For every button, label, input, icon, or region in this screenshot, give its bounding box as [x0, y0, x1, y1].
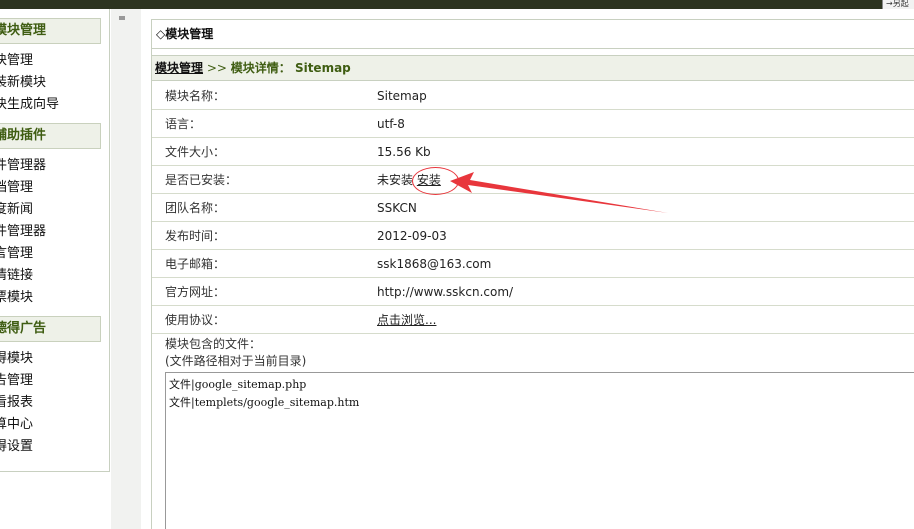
detail-value: 2012-09-03 [377, 229, 447, 243]
detail-value: 点击浏览... [377, 306, 436, 334]
main-panel: ◇模块管理 模块管理 >> 模块详情： Sitemap 模块名称： Sitema… [151, 19, 914, 529]
sidebar-menu: 模块管理 块管理 装新模块 块生成向导 辅助插件 件管理器 档管理 度新闻 件管… [0, 9, 110, 472]
install-status: 未安装 [377, 173, 414, 187]
detail-label: 文件大小： [165, 145, 226, 159]
sidebar-item-module-manage[interactable]: 块管理 [0, 52, 33, 70]
detail-row-email: 电子邮箱： ssk1868@163.com [152, 250, 914, 278]
annotation-arrow-icon [450, 172, 668, 213]
splitter-toggle-icon[interactable] [119, 16, 125, 20]
sidebar-item-vote-module[interactable]: 票模块 [0, 289, 33, 307]
detail-label: 模块名称： [165, 89, 226, 103]
detail-value: http://www.sskcn.com/ [377, 285, 514, 299]
sidebar-item-module-wizard[interactable]: 块生成向导 [0, 96, 59, 114]
sidebar-section-module[interactable]: 模块管理 [0, 18, 101, 44]
detail-value: SSKCN [377, 201, 417, 215]
detail-label: 语言： [165, 117, 202, 131]
breadcrumb: 模块管理 >> 模块详情： Sitemap [152, 55, 914, 81]
sidebar-item-settlement[interactable]: 算中心 [0, 416, 33, 434]
sidebar-item-plugin-manager[interactable]: 件管理器 [0, 157, 46, 175]
files-label-title: 模块包含的文件： [165, 337, 262, 351]
detail-row-language: 语言： utf-8 [152, 110, 914, 138]
sidebar-section-plugins[interactable]: 辅助插件 [0, 123, 101, 149]
detail-label: 使用协议： [165, 313, 226, 327]
detail-row-website: 官方网址： http://www.sskcn.com/ [152, 278, 914, 306]
sidebar-item-plugin-manager-2[interactable]: 件管理器 [0, 223, 46, 241]
breadcrumb-link-module-manage[interactable]: 模块管理 [155, 61, 203, 75]
detail-value: utf-8 [377, 117, 405, 131]
detail-row-license: 使用协议： 点击浏览... [152, 306, 914, 334]
sidebar-item-message-manage[interactable]: 言管理 [0, 245, 33, 263]
sidebar-item-ad-settings[interactable]: 得设置 [0, 438, 33, 456]
file-entry: 文件|templets/google_sitemap.htm [169, 396, 360, 409]
top-bar: →另起 [0, 0, 914, 9]
license-link[interactable]: 点击浏览... [377, 313, 436, 327]
detail-label: 官方网址： [165, 285, 226, 299]
detail-label: 是否已安装： [165, 173, 238, 187]
detail-value: Sitemap [377, 89, 427, 103]
page-title: ◇模块管理 [152, 19, 914, 49]
sidebar-item-friend-links[interactable]: 情链接 [0, 267, 33, 285]
breadcrumb-separator: >> [203, 61, 231, 75]
detail-label: 团队名称： [165, 201, 226, 215]
detail-value: ssk1868@163.com [377, 257, 492, 271]
files-textarea[interactable]: 文件|google_sitemap.php 文件|templets/google… [165, 372, 914, 529]
sidebar-section-ads[interactable]: 德得广告 [0, 316, 101, 342]
sidebar-item-news[interactable]: 度新闻 [0, 201, 33, 219]
detail-value: 15.56 Kb [377, 145, 431, 159]
top-bar-button[interactable]: →另起 [882, 0, 914, 9]
sidebar-item-ad-module[interactable]: 得模块 [0, 350, 33, 368]
sidebar-item-reports[interactable]: 看报表 [0, 394, 33, 412]
sidebar-item-ad-manage[interactable]: 告管理 [0, 372, 33, 390]
detail-label: 电子邮箱： [165, 257, 226, 271]
detail-row-size: 文件大小： 15.56 Kb [152, 138, 914, 166]
file-entry: 文件|google_sitemap.php [169, 378, 307, 391]
files-label: 模块包含的文件： (文件路径相对于当前目录) [165, 336, 306, 370]
detail-row-date: 发布时间： 2012-09-03 [152, 222, 914, 250]
sidebar-item-install-module[interactable]: 装新模块 [0, 74, 46, 92]
breadcrumb-current: 模块详情： Sitemap [230, 61, 351, 75]
sidebar-item-file-manage[interactable]: 档管理 [0, 179, 33, 197]
detail-row-name: 模块名称： Sitemap [152, 82, 914, 110]
detail-label: 发布时间： [165, 229, 226, 243]
frame-splitter[interactable] [111, 9, 141, 529]
files-label-note: (文件路径相对于当前目录) [165, 354, 307, 368]
